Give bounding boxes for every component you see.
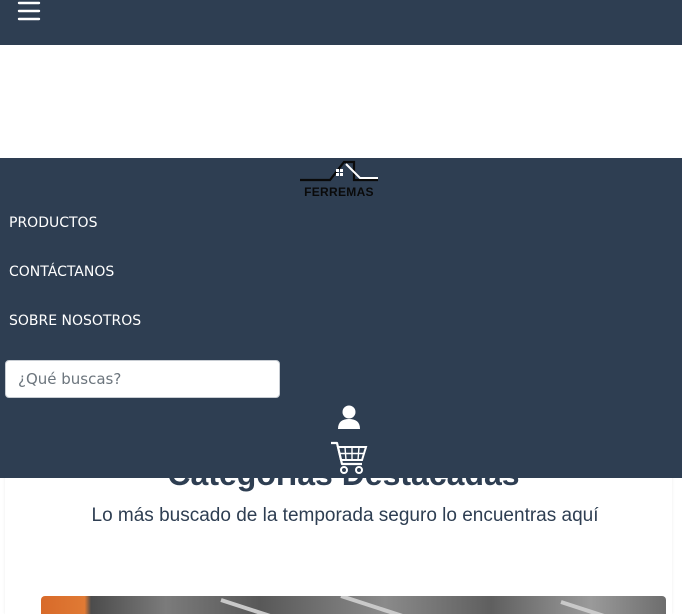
- user-icon[interactable]: [337, 404, 361, 430]
- shopping-cart-icon[interactable]: [330, 440, 368, 476]
- house-roof-logo-icon[interactable]: FERREMAS: [298, 158, 380, 199]
- category-banner-image[interactable]: [41, 596, 666, 614]
- top-bar: [0, 0, 682, 45]
- nav-item-productos[interactable]: PRODUCTOS: [9, 215, 97, 231]
- nav-item-sobre-nosotros[interactable]: SOBRE NOSOTROS: [9, 313, 141, 329]
- expanded-nav-panel: FERREMAS PRODUCTOS CONTÁCTANOS SOBRE NOS…: [0, 158, 682, 478]
- brand-name: FERREMAS: [304, 185, 374, 199]
- search-input[interactable]: [5, 360, 280, 398]
- blank-area: [0, 45, 682, 158]
- featured-categories-subtitle: Lo más buscado de la temporada seguro lo…: [91, 505, 599, 526]
- hamburger-menu-icon[interactable]: [16, 0, 42, 22]
- nav-item-contactanos[interactable]: CONTÁCTANOS: [9, 264, 114, 280]
